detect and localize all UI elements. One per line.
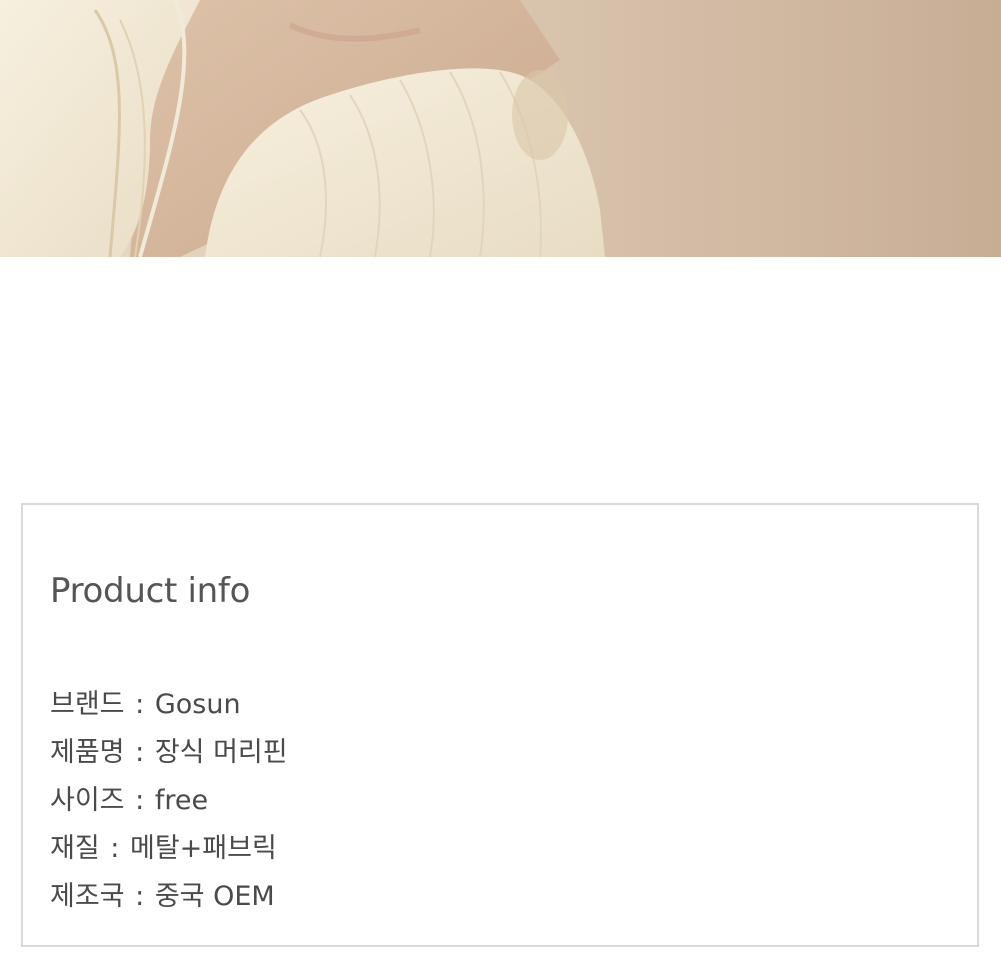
info-value: 장식 머리핀	[154, 737, 288, 768]
info-separator: :	[135, 881, 145, 912]
product-info-list: 브랜드 : Gosun 제품명 : 장식 머리핀 사이즈 : free 재질 :…	[50, 681, 288, 921]
info-label: 사이즈	[50, 785, 125, 816]
info-row-product-name: 제품명 : 장식 머리핀	[50, 729, 288, 777]
info-label: 재질	[50, 833, 100, 864]
info-label: 제조국	[50, 881, 125, 912]
info-row-material: 재질 : 메탈+패브릭	[50, 825, 288, 873]
info-separator: :	[135, 737, 145, 768]
info-label: 제품명	[50, 737, 125, 768]
info-row-size: 사이즈 : free	[50, 777, 288, 825]
info-value: 메탈+패브릭	[129, 833, 277, 864]
info-separator: :	[135, 689, 145, 720]
info-value: Gosun	[154, 689, 241, 720]
product-photo-illustration	[0, 0, 1001, 257]
info-separator: :	[110, 833, 120, 864]
info-separator: :	[135, 785, 145, 816]
info-label: 브랜드	[50, 689, 125, 720]
product-info-box: Product info 브랜드 : Gosun 제품명 : 장식 머리핀 사이…	[21, 503, 979, 947]
info-row-origin: 제조국 : 중국 OEM	[50, 873, 288, 921]
product-photo	[0, 0, 1001, 257]
info-value: free	[154, 785, 209, 816]
info-value: 중국 OEM	[154, 881, 275, 912]
product-info-title: Product info	[50, 571, 251, 611]
info-row-brand: 브랜드 : Gosun	[50, 681, 288, 729]
